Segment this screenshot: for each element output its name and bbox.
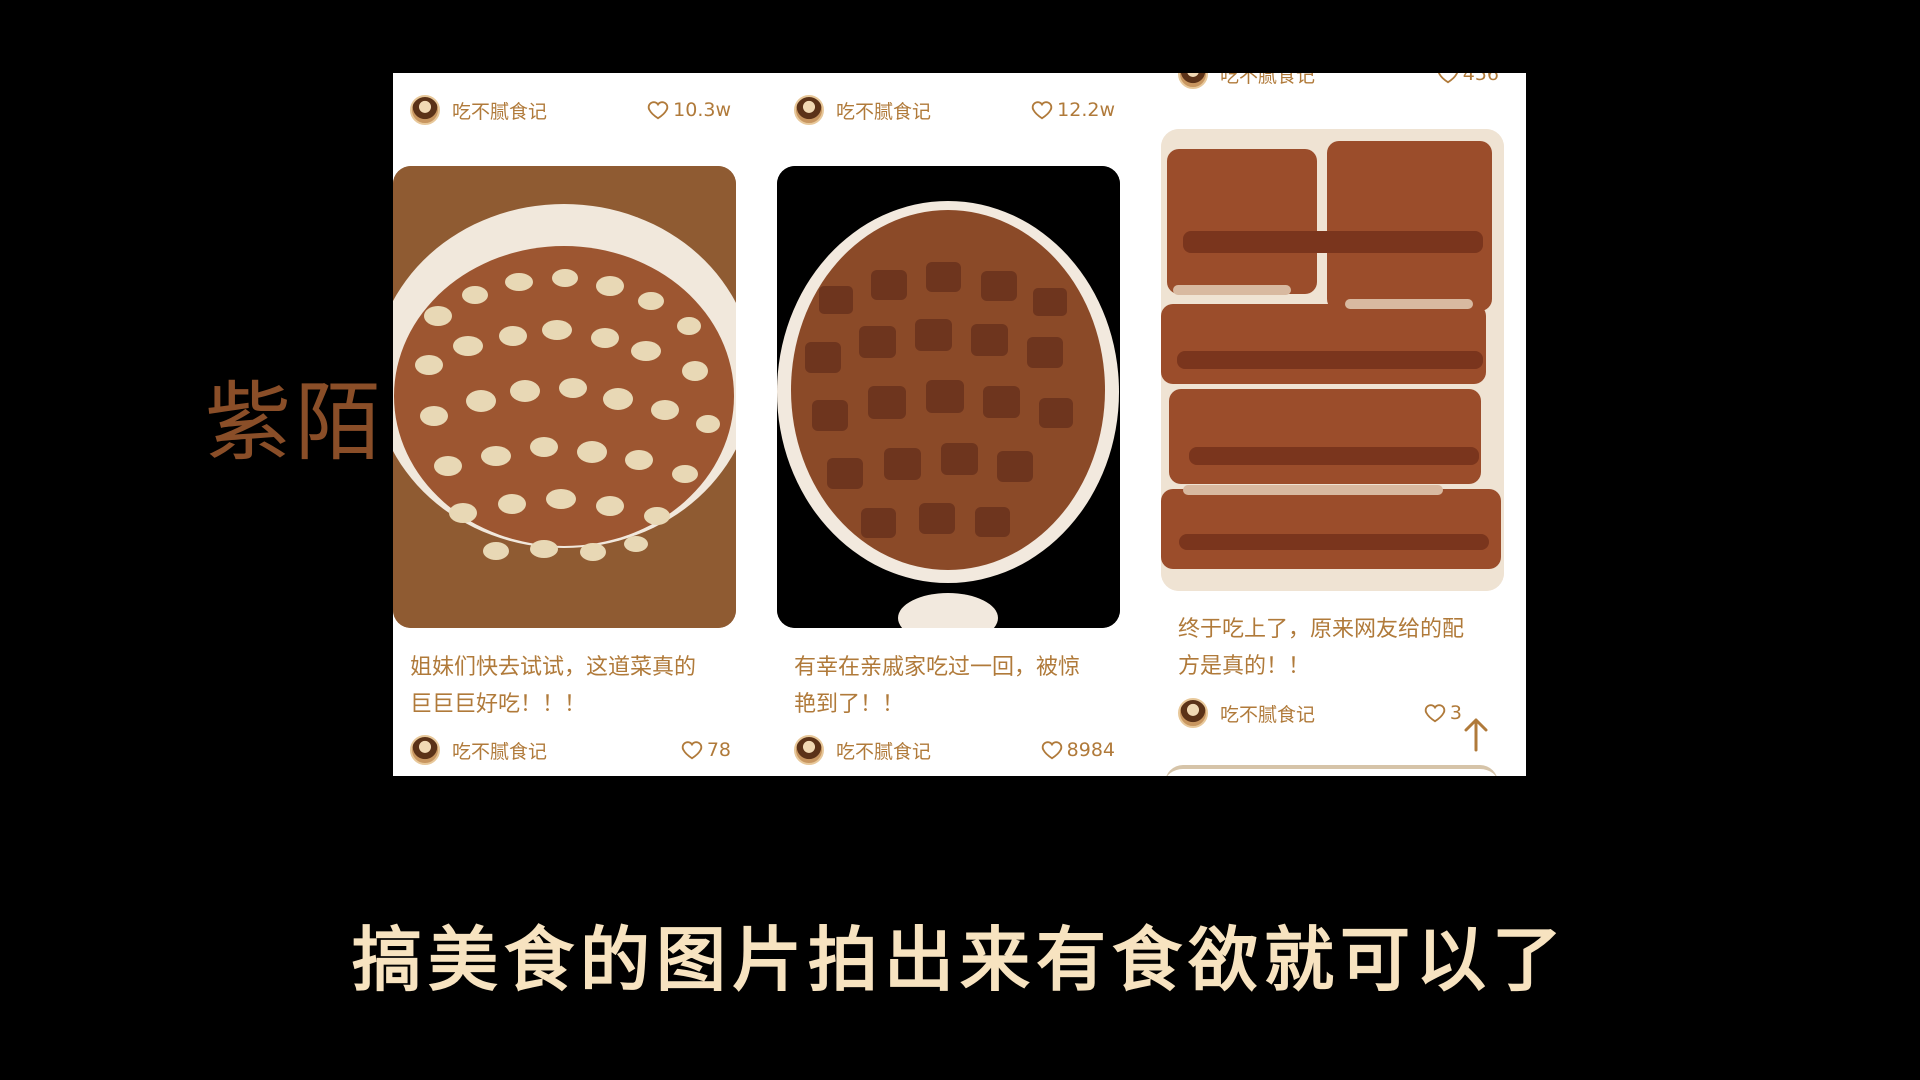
next-card-peek [1165,765,1498,776]
like-button[interactable]: 12.2w [1031,99,1115,121]
author-name[interactable]: 吃不腻食记 [452,97,547,124]
heart-icon [1041,741,1062,760]
author-avatar[interactable] [1178,73,1208,89]
peanut-bowl-illustration [393,166,736,628]
author-name[interactable]: 吃不腻食记 [1220,700,1315,727]
author-name[interactable]: 吃不腻食记 [1220,73,1315,88]
like-count: 10.3w [673,99,731,121]
like-button[interactable]: 10.3w [647,99,731,121]
tofu-bowl-illustration [777,166,1120,628]
tofu-bowl-photo[interactable] [777,166,1120,628]
like-count: 78 [706,739,731,761]
card-meta-top-3[interactable]: 吃不腻食记 456 [1178,73,1521,91]
author-avatar[interactable] [410,95,440,125]
heart-icon [647,101,669,120]
author-name[interactable]: 吃不腻食记 [452,737,547,764]
card-meta-bottom-1[interactable]: 吃不腻食记 78 [410,733,753,767]
like-button[interactable]: 3 [1424,702,1462,724]
card-meta-top-2[interactable]: 吃不腻食记 12.2w [794,93,1137,127]
peanut-bowl-photo[interactable] [393,166,736,628]
feed-column-1: 吃不腻食记 10.3w 姐妹们快去试试，这道菜真的巨巨巨好吃！！！ 吃不腻食记 … [393,73,753,776]
like-button[interactable]: 8984 [1041,739,1115,761]
heart-icon [1031,101,1053,120]
heart-icon [681,741,703,760]
author-avatar[interactable] [1178,698,1208,728]
like-count: 12.2w [1057,99,1115,121]
author-avatar[interactable] [410,735,440,765]
video-subtitle: 搞美食的图片拍出来有食欲就可以了 [352,919,1568,1001]
card-title[interactable]: 终于吃上了，原来网友给的配方是真的！！ [1178,611,1478,685]
feed-column-2: 吃不腻食记 12.2w 有幸在亲戚家吃过一回，被惊艳到了！！ 吃不腻食记 898… [777,73,1137,776]
card-title[interactable]: 有幸在亲戚家吃过一回，被惊艳到了！！ [794,649,1094,723]
author-avatar[interactable] [794,95,824,125]
card-meta-top-1[interactable]: 吃不腻食记 10.3w [410,93,753,127]
feed-column-3: 吃不腻食记 456 终于吃上了，原来网友给的配方是真的！！ 吃不腻食记 3 [1161,73,1521,776]
author-name[interactable]: 吃不腻食记 [836,737,931,764]
card-title[interactable]: 姐妹们快去试试，这道菜真的巨巨巨好吃！！！ [410,649,710,723]
watermark-text: 紫陌 [205,373,385,473]
braised-pork-illustration [1161,129,1504,591]
like-button[interactable]: 78 [681,739,731,761]
heart-icon [1437,73,1458,84]
like-count: 456 [1462,73,1499,85]
card-meta-bottom-3[interactable]: 吃不腻食记 3 [1178,696,1478,730]
braised-pork-photo[interactable] [1161,129,1504,591]
arrow-up-icon[interactable] [1460,714,1492,754]
author-name[interactable]: 吃不腻食记 [836,97,931,124]
author-avatar[interactable] [794,735,824,765]
food-feed-panel: 吃不腻食记 10.3w 姐妹们快去试试，这道菜真的巨巨巨好吃！！！ 吃不腻食记 … [393,73,1526,776]
like-button[interactable]: 456 [1437,73,1499,85]
heart-icon [1424,704,1446,723]
like-count: 8984 [1066,739,1115,761]
card-meta-bottom-2[interactable]: 吃不腻食记 8984 [794,733,1137,767]
